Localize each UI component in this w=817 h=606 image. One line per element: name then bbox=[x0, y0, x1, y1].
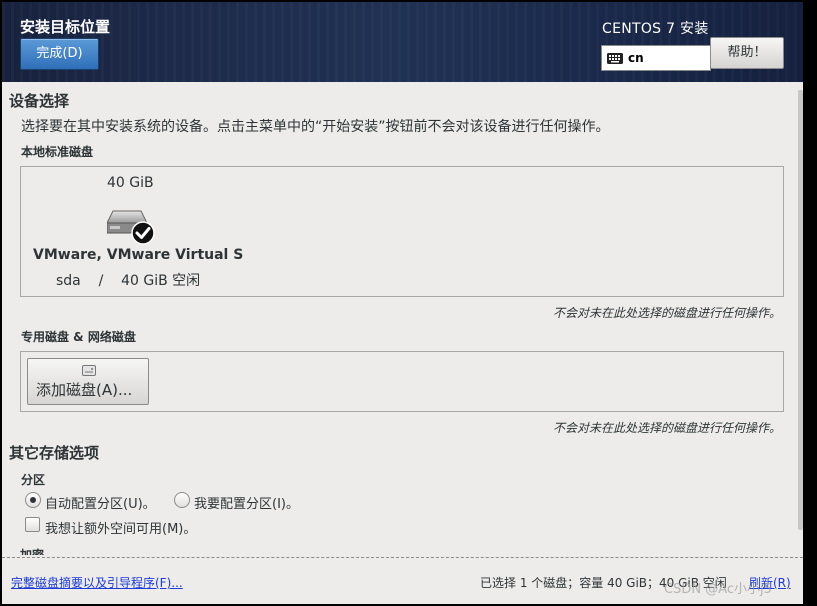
disk-summary-link[interactable]: 完整磁盘摘要以及引导程序(F)... bbox=[11, 574, 183, 591]
keyboard-icon bbox=[607, 52, 623, 64]
manual-partition-label: 我要配置分区(I)。 bbox=[194, 497, 299, 512]
add-disk-button[interactable]: 添加磁盘(A)... bbox=[27, 358, 149, 405]
disk-free-space: 40 GiB 空闲 bbox=[121, 273, 201, 289]
other-storage-title: 其它存储选项 bbox=[9, 444, 100, 462]
page-title: 安装目标位置 bbox=[20, 18, 111, 36]
local-disks-note: 不会对未在此处选择的磁盘进行任何操作。 bbox=[552, 306, 781, 320]
local-disks-panel: 40 GiB VMware, VMware Virtual S sda / 40… bbox=[20, 166, 784, 297]
hard-disk-selected-icon bbox=[107, 210, 155, 245]
extra-space-checkbox[interactable] bbox=[25, 517, 40, 532]
disk-details: sda / 40 GiB 空闲 bbox=[56, 270, 200, 290]
manual-partition-radio[interactable] bbox=[174, 492, 190, 508]
add-disk-label: 添加磁盘(A)... bbox=[36, 381, 133, 399]
keyboard-layout-value: cn bbox=[628, 51, 644, 65]
partition-label: 分区 bbox=[21, 473, 46, 487]
keyboard-layout-field[interactable]: cn bbox=[601, 45, 711, 71]
main-content: 设备选择 选择要在其中安装系统的设备。点击主菜单中的“开始安装”按钮前不会对该设… bbox=[2, 82, 803, 557]
watermark: CSDN @Ac小小j5 bbox=[664, 582, 772, 597]
special-disks-note: 不会对未在此处选择的磁盘进行任何操作。 bbox=[552, 421, 781, 435]
local-disks-label: 本地标准磁盘 bbox=[21, 145, 94, 159]
disk-separator: / bbox=[98, 273, 104, 289]
disk-name: VMware, VMware Virtual S bbox=[33, 247, 244, 263]
product-title: CENTOS 7 安装 bbox=[602, 21, 709, 37]
special-disks-label: 专用磁盘 & 网络磁盘 bbox=[21, 330, 136, 344]
installer-window: 安装目标位置 完成(D) CENTOS 7 安装 cn 帮助！ 设备选择 选择要… bbox=[2, 2, 803, 604]
extra-space-label: 我想让额外空间可用(M)。 bbox=[45, 522, 197, 537]
help-button[interactable]: 帮助！ bbox=[710, 37, 784, 69]
header-bar: 安装目标位置 完成(D) CENTOS 7 安装 cn 帮助！ bbox=[2, 2, 803, 82]
auto-partition-radio[interactable] bbox=[25, 492, 41, 508]
encryption-label: 加密 bbox=[20, 548, 45, 555]
device-selection-description: 选择要在其中安装系统的设备。点击主菜单中的“开始安装”按钮前不会对该设备进行任何… bbox=[21, 119, 610, 135]
device-selection-title: 设备选择 bbox=[9, 92, 70, 110]
special-disks-panel: 添加磁盘(A)... bbox=[20, 351, 784, 412]
done-button[interactable]: 完成(D) bbox=[20, 38, 99, 70]
auto-partition-label: 自动配置分区(U)。 bbox=[45, 497, 156, 512]
disk-size: 40 GiB bbox=[107, 175, 154, 191]
add-disk-icon bbox=[82, 365, 96, 376]
disk-device: sda bbox=[56, 273, 81, 289]
content-scrollbar[interactable] bbox=[798, 90, 803, 530]
